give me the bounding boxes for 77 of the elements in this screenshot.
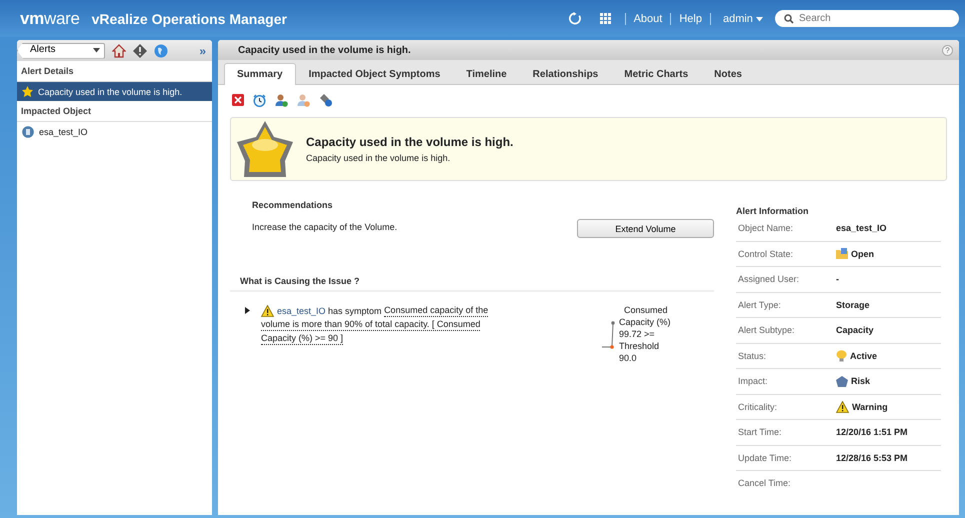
symptom-link[interactable]: volume is more than 90% of total capacity. [ Consumed	[261, 318, 480, 331]
field-value: Risk	[851, 376, 870, 386]
help-button[interactable]: ?	[942, 44, 953, 56]
section-heading: Alert Information	[736, 206, 810, 216]
field-label: Status:	[737, 350, 768, 361]
expand-button[interactable]: »	[199, 44, 206, 58]
alert-diamond-icon[interactable]	[133, 44, 147, 58]
field-value: Storage	[836, 300, 870, 310]
alarm-clock-icon[interactable]	[253, 94, 266, 106]
close-icon[interactable]	[232, 94, 244, 106]
star-icon	[22, 86, 33, 97]
section-heading: Recommendations	[252, 200, 334, 210]
field-label: Alert Subtype:	[737, 325, 796, 336]
field-label: Start Time:	[737, 427, 783, 438]
metric-reading: Threshold	[619, 340, 660, 352]
field-value: 12/28/16 5:53 PM	[836, 452, 908, 463]
field-value: esa_test_IO	[836, 223, 887, 234]
field-value: Warning	[852, 402, 888, 412]
tab[interactable]: Timeline	[453, 63, 520, 85]
sidebar-item[interactable]: esa_test_IO	[17, 122, 212, 142]
symptom-text: has symptom	[327, 304, 383, 316]
field-label: Object Name:	[737, 223, 794, 234]
metric-reading: Capacity (%)	[619, 316, 671, 328]
pentagon-icon	[836, 376, 848, 387]
caret-icon	[756, 16, 763, 22]
section-heading: Impacted Object	[17, 101, 212, 122]
field-label: Assigned User:	[737, 274, 800, 284]
expand-arrow-icon[interactable]	[245, 307, 251, 314]
symptom-link[interactable]: Consumed capacity of the	[384, 304, 488, 317]
user-menu[interactable]: admin	[718, 12, 767, 24]
search-icon	[784, 14, 794, 24]
field-label: Control State:	[737, 248, 794, 259]
tab[interactable]: Metric Charts	[611, 63, 702, 85]
user-add-icon[interactable]	[275, 94, 288, 106]
field-value: Open	[851, 248, 874, 259]
metric-reading: Consumed	[623, 304, 669, 316]
field-value: Active	[850, 350, 878, 361]
sidebar-item[interactable]: Capacity used in the volume is high.	[17, 82, 212, 101]
header-link[interactable]: About	[634, 12, 662, 24]
tab[interactable]: Notes	[701, 63, 755, 85]
object-link[interactable]: esa_test_IO	[277, 304, 326, 316]
extend-volume-button[interactable]: Extend Volume	[577, 219, 714, 238]
field-label: Cancel Time:	[737, 478, 792, 488]
star-badge-icon	[234, 119, 296, 179]
object-icon	[22, 126, 34, 138]
field-label: Update Time:	[737, 452, 793, 463]
metric-reading: 90.0	[619, 352, 638, 364]
globe-icon[interactable]	[154, 44, 168, 58]
refresh-icon[interactable]	[568, 12, 582, 25]
field-value: 12/20/16 1:51 PM	[836, 427, 908, 438]
apps-grid-icon[interactable]	[600, 12, 612, 24]
recommendation-text: Increase the capacity of the Volume.	[252, 222, 398, 232]
symptom-link[interactable]: Capacity (%) >= 90 ]	[261, 332, 344, 345]
field-value: -	[836, 274, 839, 284]
search-field[interactable]: Search	[775, 10, 959, 27]
alerts-dropdown[interactable]: Alerts	[17, 42, 105, 58]
vmware-logo: vmware	[20, 8, 80, 28]
home-icon[interactable]	[112, 44, 126, 58]
metric-reading: 99.72 >=	[619, 328, 656, 340]
tab[interactable]: Summary	[224, 63, 296, 85]
field-label: Criticality:	[737, 402, 778, 412]
folder-icon	[836, 248, 848, 260]
caret-icon	[93, 48, 100, 53]
banner-description: Capacity used in the volume is high.	[306, 153, 452, 163]
tab[interactable]: Impacted Object Symptoms	[296, 63, 454, 85]
header-link[interactable]: Help	[679, 12, 702, 24]
tab[interactable]: Relationships	[520, 63, 612, 85]
bulb-icon	[836, 350, 847, 362]
warning-icon	[836, 400, 849, 413]
section-heading: What is Causing the Issue ?	[230, 276, 714, 292]
panel-title: Capacity used in the volume is high.	[238, 44, 411, 56]
field-label: Alert Type:	[737, 300, 782, 310]
field-value: Capacity	[836, 325, 874, 336]
warning-icon	[261, 304, 274, 316]
app-title: vRealize Operations Manager	[92, 10, 287, 26]
banner-title: Capacity used in the volume is high.	[306, 135, 514, 149]
field-label: Impact:	[737, 376, 769, 386]
